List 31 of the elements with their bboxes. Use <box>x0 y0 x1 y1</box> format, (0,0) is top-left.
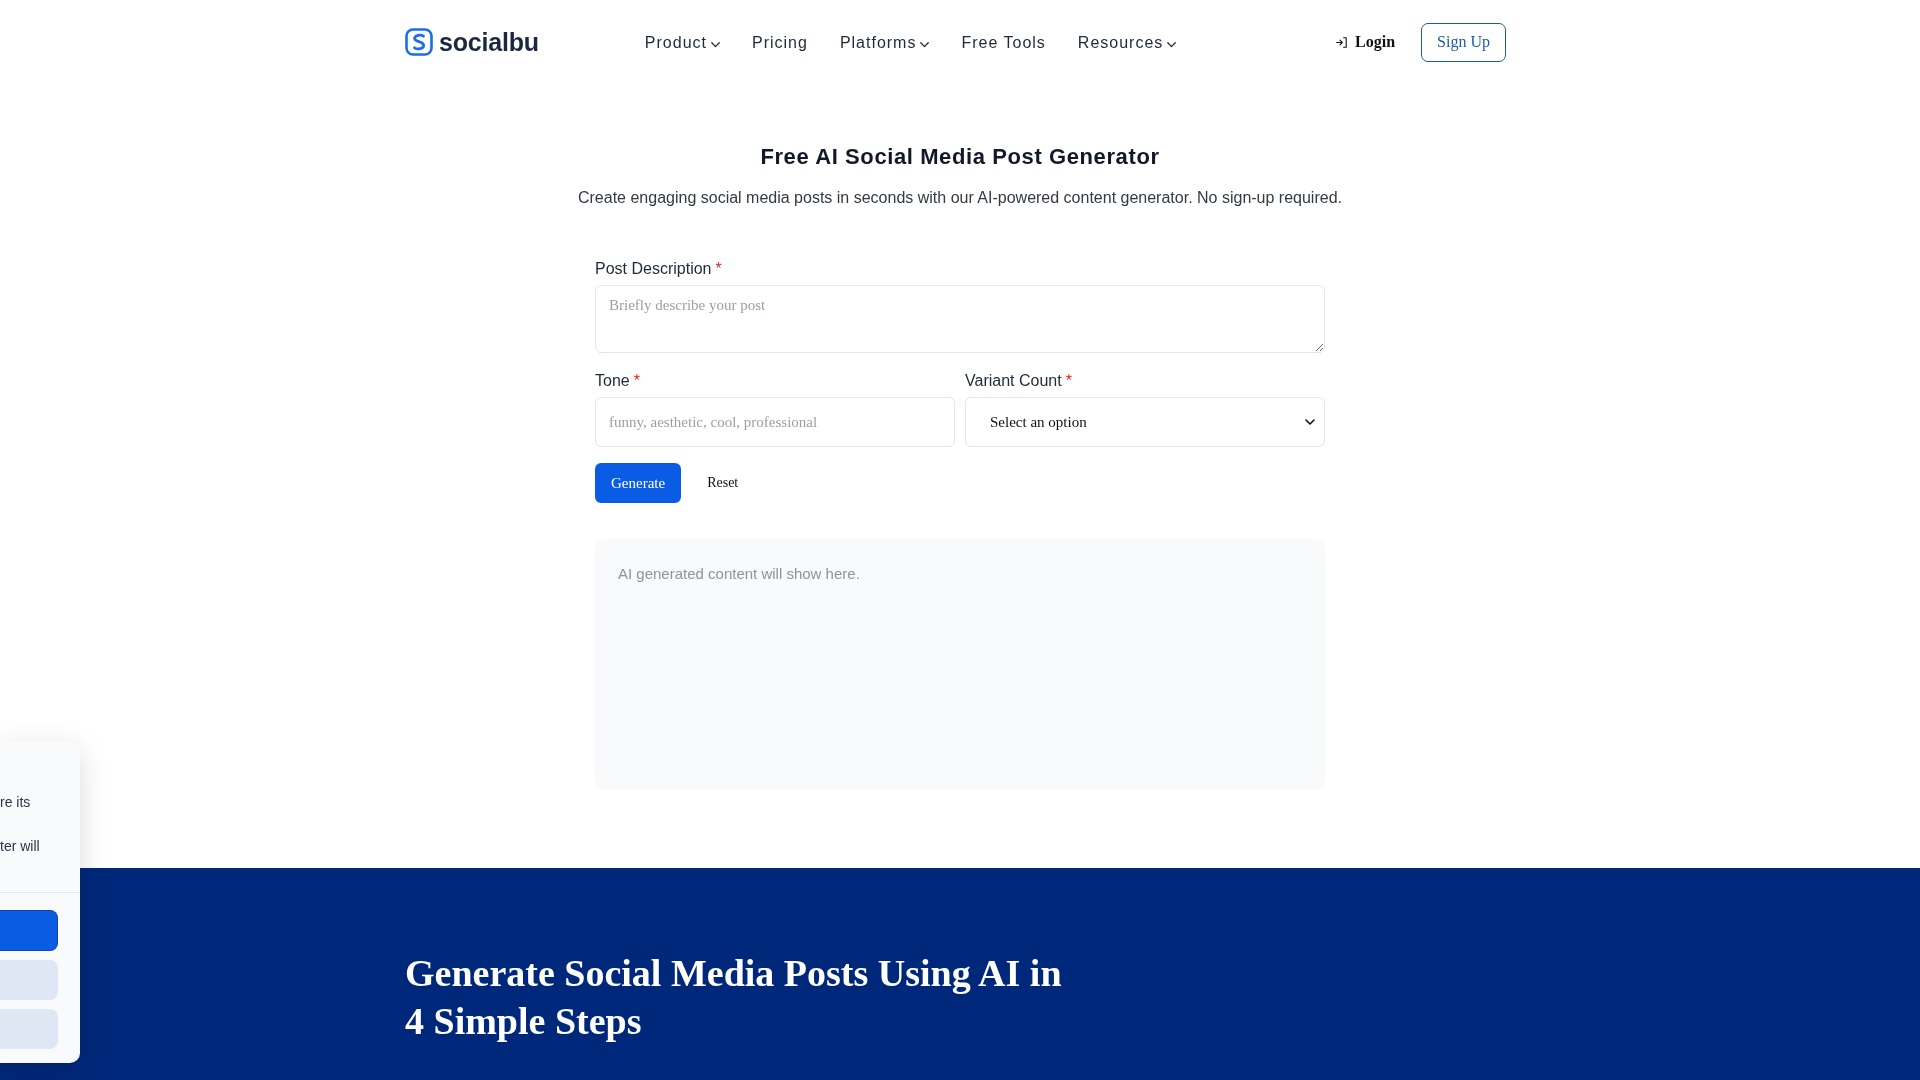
nav-link[interactable]: Product <box>644 32 720 54</box>
login-link[interactable]: Login <box>1336 33 1396 51</box>
page-title: Free AI Social Media Post Generator <box>760 143 1160 171</box>
required-mark: * <box>1065 371 1072 391</box>
logo-icon <box>405 28 433 56</box>
text-button[interactable]: Reset <box>707 475 739 491</box>
required-mark: * <box>715 259 722 279</box>
section-heading: Generate Social Media Posts Using AI in 4 Simple Steps <box>405 951 1063 1044</box>
nav-link[interactable]: Resources <box>1077 32 1177 54</box>
text-input-field[interactable]: funny, aesthetic, cool, professional <box>595 397 955 447</box>
text-area-field[interactable]: Briefly describe your post <box>595 285 1325 353</box>
panel-text: re its <box>0 793 31 812</box>
page-subtitle: Create engaging social media posts in seconds with our AI-powered content generator. No sign-up required. <box>578 188 1342 208</box>
dropdown-select[interactable]: Select an option <box>965 397 1325 447</box>
nav-link[interactable]: Platforms <box>839 32 930 54</box>
panel-button[interactable] <box>0 910 58 951</box>
nav-link[interactable]: Free Tools <box>961 32 1046 54</box>
primary-button[interactable]: Generate <box>595 463 682 503</box>
panel-button[interactable] <box>0 1009 58 1049</box>
field-label: Post Description <box>595 259 712 279</box>
brand-name: socialbu <box>439 27 539 57</box>
nav-link[interactable]: Pricing <box>751 32 808 54</box>
required-mark: * <box>633 371 640 391</box>
panel-text: ter will <box>0 837 40 856</box>
login-icon <box>1336 36 1348 48</box>
output-placeholder-text: AI generated content will show here. <box>618 565 860 582</box>
panel-button[interactable] <box>0 960 58 1000</box>
chevron-icon <box>1305 419 1315 425</box>
field-label: Variant Count <box>965 371 1062 391</box>
sign-up-button[interactable]: Sign Up <box>1421 22 1506 62</box>
field-label: Tone <box>595 371 630 391</box>
